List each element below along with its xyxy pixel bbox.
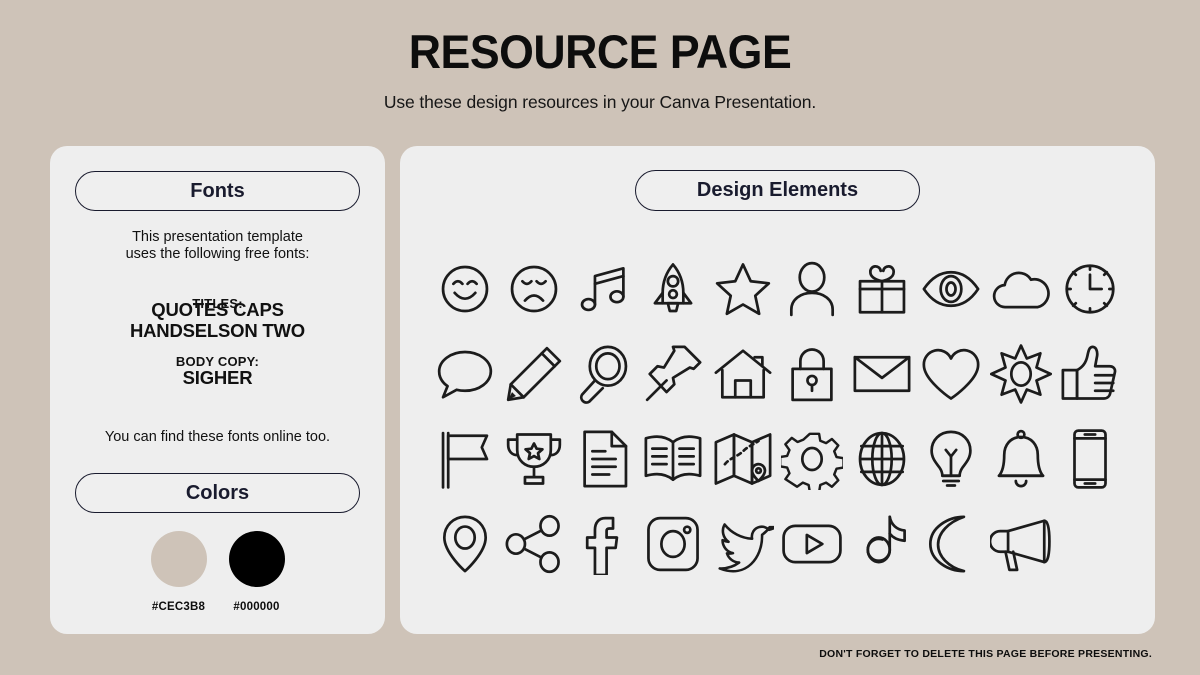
color-swatch[interactable]: #000000 <box>228 531 285 613</box>
sun-icon[interactable] <box>989 343 1052 405</box>
star-icon[interactable] <box>712 258 774 320</box>
thumbs-up-icon[interactable] <box>1059 343 1121 405</box>
globe-icon[interactable] <box>851 428 913 490</box>
instagram-icon[interactable] <box>642 513 704 575</box>
design-elements-heading-label: Design Elements <box>696 179 859 201</box>
swatch-label-black: #000000 <box>233 601 280 613</box>
facebook-icon[interactable] <box>573 513 635 575</box>
fonts-heading-pill[interactable]: Fonts <box>75 171 360 211</box>
magnifier-icon[interactable] <box>573 343 635 405</box>
house-icon[interactable] <box>712 343 774 405</box>
open-book-icon[interactable] <box>642 428 704 490</box>
speech-bubble-icon[interactable] <box>434 343 496 405</box>
swatch-dot-black <box>228 531 285 587</box>
moon-icon[interactable] <box>920 513 982 575</box>
twitter-icon[interactable] <box>712 513 774 575</box>
design-elements-panel: Design Elements <box>400 146 1155 634</box>
clock-icon[interactable] <box>1059 258 1121 320</box>
design-elements-heading-pill[interactable]: Design Elements <box>635 170 920 211</box>
share-icon[interactable] <box>503 513 565 575</box>
map-icon[interactable] <box>712 428 774 490</box>
person-icon[interactable] <box>781 258 843 320</box>
eye-icon[interactable] <box>920 258 982 320</box>
fonts-footnote: You can find these fonts online too. <box>104 429 331 445</box>
titles-value: QUOTES CAPS HANDSELSON TWO <box>129 299 305 341</box>
music-notes-icon[interactable] <box>573 258 635 320</box>
lock-icon[interactable] <box>781 343 843 405</box>
fonts-panel: Fonts This presentation template uses th… <box>50 146 385 634</box>
page-title: RESOURCE PAGE <box>408 25 792 78</box>
swatch-label-beige: #CEC3B8 <box>151 601 206 613</box>
body-copy-value: SIGHER <box>182 367 253 388</box>
sad-face-icon[interactable] <box>503 258 565 320</box>
tiktok-icon[interactable] <box>851 513 913 575</box>
color-swatch-list: #CEC3B8 #000000 <box>50 531 385 613</box>
swatch-dot-beige <box>150 531 207 587</box>
fonts-heading-label: Fonts <box>190 179 245 202</box>
envelope-icon[interactable] <box>851 343 913 405</box>
flag-icon[interactable] <box>434 428 496 490</box>
gift-icon[interactable] <box>851 258 913 320</box>
cloud-icon[interactable] <box>990 258 1052 320</box>
gear-icon[interactable] <box>781 428 844 490</box>
lightbulb-icon[interactable] <box>920 428 982 490</box>
color-swatch[interactable]: #CEC3B8 <box>150 531 207 613</box>
fonts-intro-text: This presentation template uses the foll… <box>125 229 310 262</box>
icon-grid <box>430 246 1125 586</box>
location-pin-icon[interactable] <box>434 513 496 575</box>
phone-icon[interactable] <box>1059 428 1121 490</box>
megaphone-icon[interactable] <box>989 513 1052 575</box>
smiley-face-icon[interactable] <box>434 258 496 320</box>
bell-icon[interactable] <box>990 428 1052 490</box>
pushpin-icon[interactable] <box>642 343 704 405</box>
document-icon[interactable] <box>573 428 635 490</box>
rocket-icon[interactable] <box>642 258 704 320</box>
trophy-icon[interactable] <box>503 428 565 490</box>
youtube-icon[interactable] <box>781 513 843 575</box>
colors-heading-label: Colors <box>185 481 250 504</box>
colors-heading-pill[interactable]: Colors <box>75 473 360 513</box>
pencil-icon[interactable] <box>503 343 565 405</box>
heart-icon[interactable] <box>920 343 982 405</box>
page-subtitle: Use these design resources in your Canva… <box>383 92 817 112</box>
footer-note: DON'T FORGET TO DELETE THIS PAGE BEFORE … <box>819 648 1152 660</box>
